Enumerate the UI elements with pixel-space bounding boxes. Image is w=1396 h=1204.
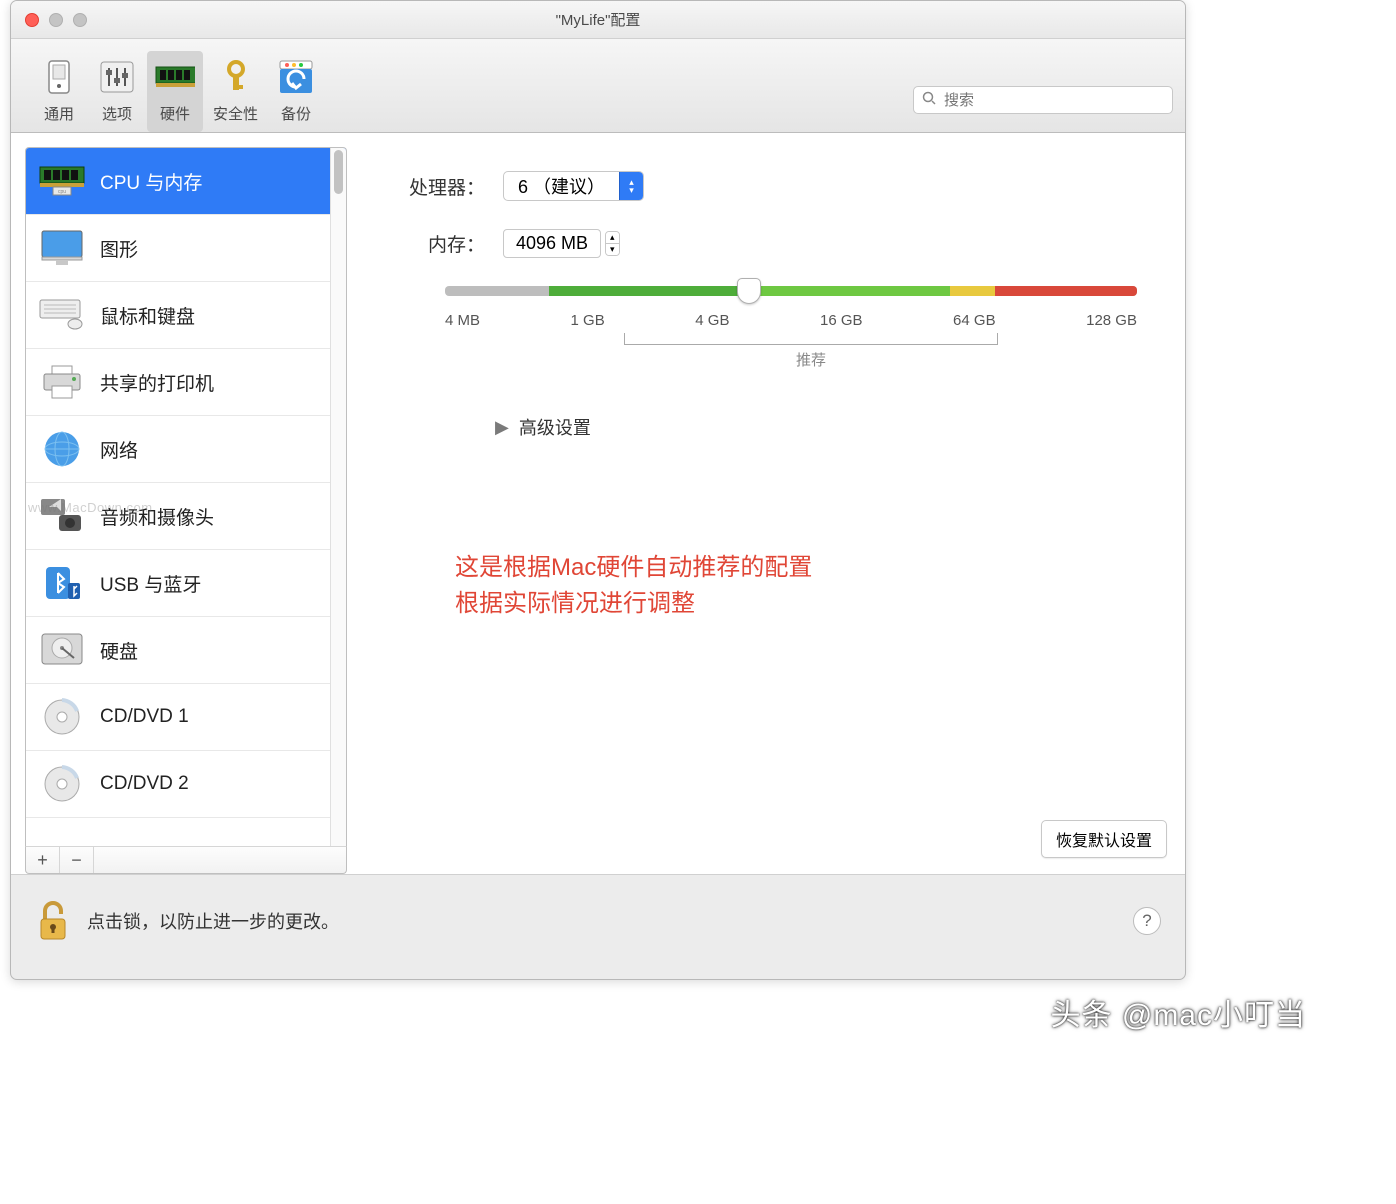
- monitor-icon: [38, 228, 86, 268]
- sidebar-item-label: 网络: [100, 436, 138, 463]
- annotation-text: 这是根据Mac硬件自动推荐的配置 根据实际情况进行调整: [455, 550, 1137, 622]
- maximize-button[interactable]: [73, 13, 87, 27]
- tab-label: 选项: [102, 103, 132, 124]
- globe-icon: [38, 429, 86, 469]
- sidebar-item-label: 硬盘: [100, 637, 138, 664]
- ram-chip-icon: cpu: [38, 161, 86, 201]
- tab-options[interactable]: 选项: [89, 51, 145, 132]
- processor-value: 6 （建议）: [504, 173, 619, 199]
- recommended-range-bar: [624, 333, 998, 345]
- sidebar-item-harddisk[interactable]: 硬盘: [26, 617, 346, 684]
- sidebar-footer: + −: [25, 846, 347, 874]
- tick-label: 1 GB: [571, 312, 605, 329]
- search-field[interactable]: [913, 86, 1173, 114]
- tick-label: 4 GB: [695, 312, 729, 329]
- ram-icon: [155, 57, 195, 97]
- tab-general[interactable]: 通用: [31, 51, 87, 132]
- remove-button[interactable]: −: [60, 847, 94, 873]
- memory-stepper[interactable]: ▴▾: [605, 231, 620, 256]
- memory-value[interactable]: 4096 MB: [503, 229, 601, 258]
- disc-icon: [38, 764, 86, 804]
- toolbar: 通用 选项 硬件 安全性 备份: [11, 39, 1185, 133]
- sidebar-item-label: CD/DVD 2: [100, 773, 189, 795]
- sidebar-item-label: CPU 与内存: [100, 168, 202, 195]
- switch-icon: [39, 57, 79, 97]
- sliders-icon: [97, 57, 137, 97]
- memory-row: 内存： 4096 MB ▴▾: [385, 229, 1137, 258]
- close-button[interactable]: [25, 13, 39, 27]
- tab-label: 通用: [44, 103, 74, 124]
- slider-ticks: 4 MB 1 GB 4 GB 16 GB 64 GB 128 GB: [445, 312, 1137, 329]
- backup-icon: [276, 57, 316, 97]
- hdd-icon: [38, 630, 86, 670]
- lock-text: 点击锁，以防止进一步的更改。: [87, 908, 339, 934]
- tab-label: 硬件: [160, 103, 190, 124]
- sidebar-item-label: USB 与蓝牙: [100, 570, 201, 597]
- advanced-label: 高级设置: [519, 414, 591, 440]
- annotation-line: 这是根据Mac硬件自动推荐的配置: [455, 550, 1137, 586]
- usb-bluetooth-icon: [38, 563, 86, 603]
- processor-label: 处理器：: [385, 173, 485, 200]
- tick-label: 16 GB: [820, 312, 863, 329]
- content-area: cpu CPU 与内存 图形 鼠标和键盘 共享的打印机: [11, 133, 1185, 875]
- memory-slider-area: 4 MB 1 GB 4 GB 16 GB 64 GB 128 GB 推荐: [445, 286, 1137, 370]
- tick-label: 64 GB: [953, 312, 996, 329]
- sidebar-item-label: CD/DVD 1: [100, 706, 189, 728]
- memory-label: 内存：: [385, 230, 485, 257]
- config-window: "MyLife"配置 通用 选项 硬件 安全性: [10, 0, 1186, 980]
- tick-label: 128 GB: [1086, 312, 1137, 329]
- sidebar-item-printers[interactable]: 共享的打印机: [26, 349, 346, 416]
- disc-icon: [38, 697, 86, 737]
- sidebar-item-mouse-keyboard[interactable]: 鼠标和键盘: [26, 282, 346, 349]
- select-arrows-icon: [619, 172, 643, 200]
- tick-label: 4 MB: [445, 312, 480, 329]
- tab-hardware[interactable]: 硬件: [147, 51, 203, 132]
- search-icon: [922, 91, 936, 110]
- sidebar-item-label: 共享的打印机: [100, 369, 214, 396]
- restore-defaults-button[interactable]: 恢复默认设置: [1041, 820, 1167, 858]
- processor-select[interactable]: 6 （建议）: [503, 171, 644, 201]
- tab-label: 备份: [281, 103, 311, 124]
- search-input[interactable]: [944, 92, 1164, 109]
- memory-slider[interactable]: [445, 286, 1137, 296]
- sidebar-item-label: 图形: [100, 235, 138, 262]
- tab-security[interactable]: 安全性: [205, 51, 266, 132]
- minimize-button[interactable]: [49, 13, 63, 27]
- watermark: 头条 @mac小叮当: [1051, 990, 1306, 1034]
- footer: 点击锁，以防止进一步的更改。 ?: [11, 875, 1185, 967]
- sidebar-item-network[interactable]: 网络: [26, 416, 346, 483]
- hardware-sidebar: cpu CPU 与内存 图形 鼠标和键盘 共享的打印机: [25, 147, 347, 846]
- sidebar-item-audio-camera[interactable]: 音频和摄像头: [26, 483, 346, 550]
- slider-thumb[interactable]: [737, 278, 761, 304]
- tab-backup[interactable]: 备份: [268, 51, 324, 132]
- recommended-label: 推荐: [465, 349, 1157, 370]
- sidebar-item-usb-bluetooth[interactable]: USB 与蓝牙: [26, 550, 346, 617]
- printer-icon: [38, 362, 86, 402]
- tab-label: 安全性: [213, 103, 258, 124]
- traffic-lights: [11, 13, 87, 27]
- faint-watermark: www.MacDown.com: [28, 500, 153, 515]
- advanced-disclosure[interactable]: ▶ 高级设置: [495, 414, 1137, 440]
- processor-row: 处理器： 6 （建议）: [385, 171, 1137, 201]
- keyboard-mouse-icon: [38, 295, 86, 335]
- sidebar-item-graphics[interactable]: 图形: [26, 215, 346, 282]
- titlebar: "MyLife"配置: [11, 1, 1185, 39]
- svg-text:cpu: cpu: [58, 189, 66, 195]
- sidebar-item-label: 鼠标和键盘: [100, 302, 195, 329]
- sidebar-item-cddvd2[interactable]: CD/DVD 2: [26, 751, 346, 818]
- add-button[interactable]: +: [26, 847, 60, 873]
- help-button[interactable]: ?: [1133, 907, 1161, 935]
- annotation-line: 根据实际情况进行调整: [455, 586, 1137, 622]
- sidebar-item-cddvd1[interactable]: CD/DVD 1: [26, 684, 346, 751]
- main-panel: 处理器： 6 （建议） 内存： 4096 MB ▴▾ 4: [365, 147, 1167, 874]
- key-icon: [216, 57, 256, 97]
- disclosure-triangle-icon: ▶: [495, 417, 509, 438]
- lock-icon[interactable]: [35, 899, 71, 943]
- sidebar-item-cpu-memory[interactable]: cpu CPU 与内存: [26, 148, 346, 215]
- window-title: "MyLife"配置: [11, 9, 1185, 30]
- sidebar-scrollbar[interactable]: [330, 148, 346, 846]
